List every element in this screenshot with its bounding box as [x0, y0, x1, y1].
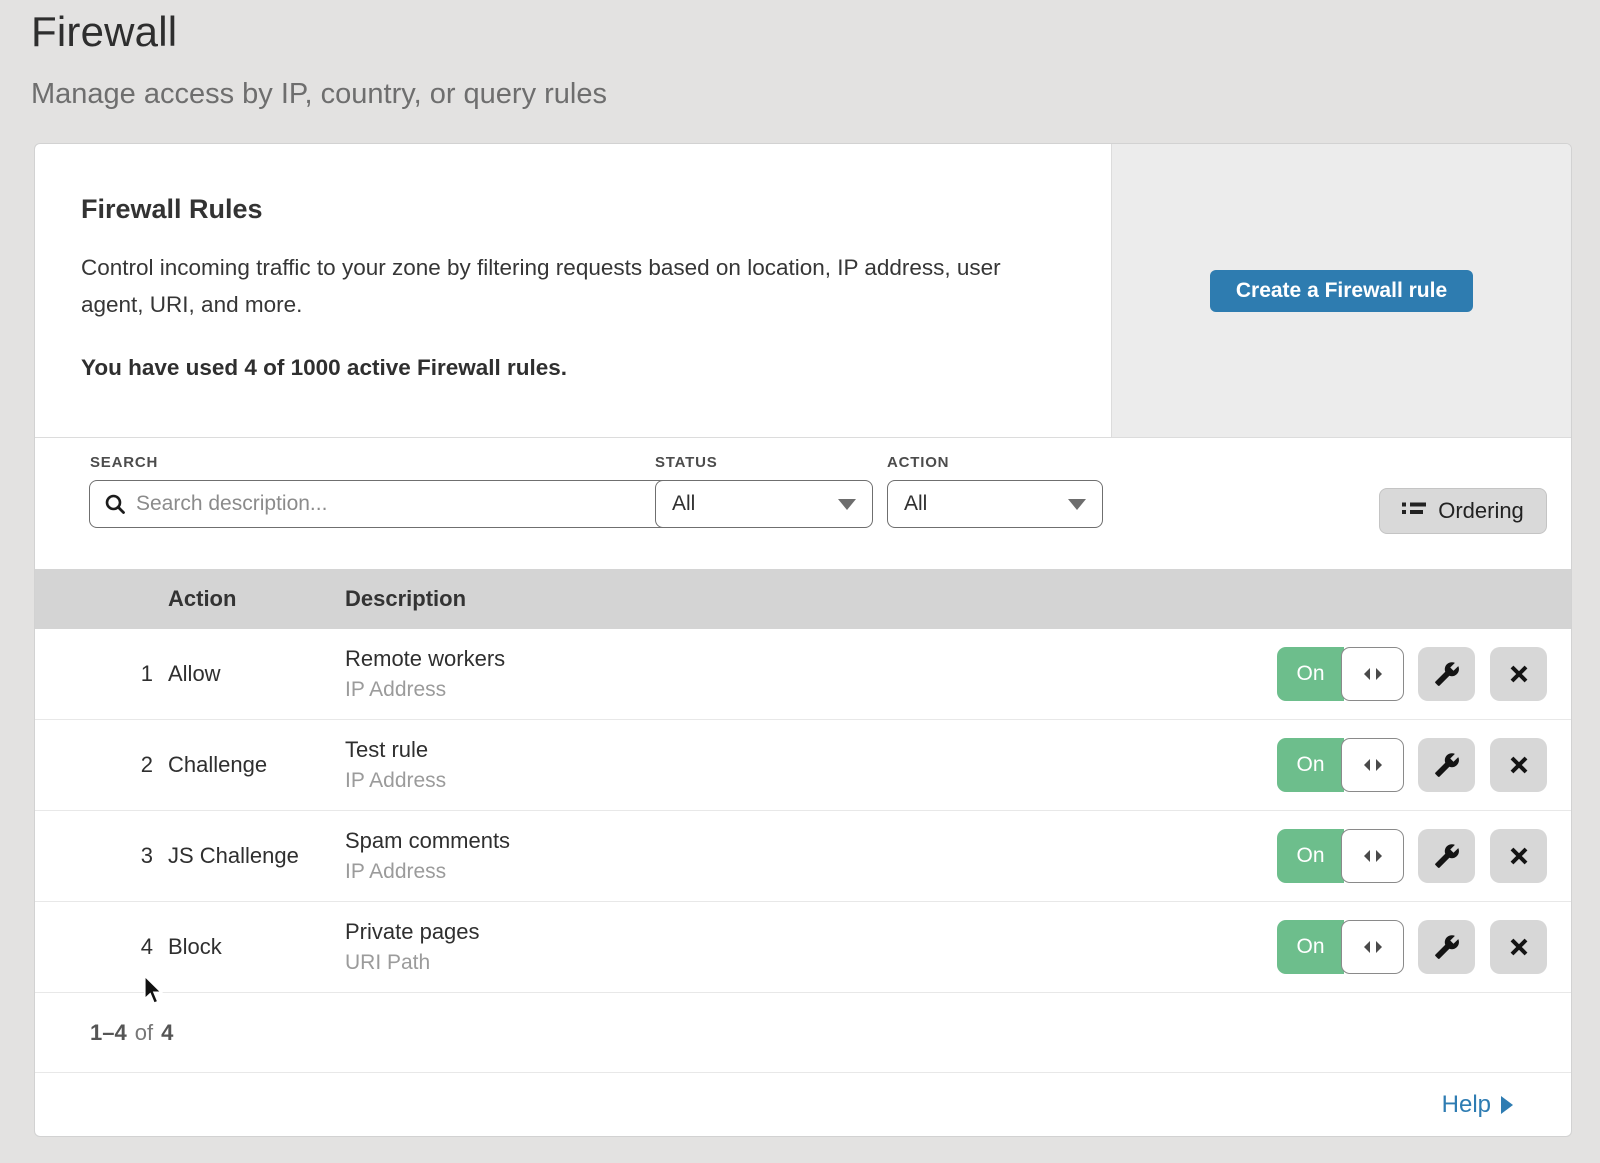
ordering-button[interactable]: Ordering — [1379, 488, 1547, 534]
configure-rule-button[interactable] — [1418, 647, 1475, 701]
wrench-icon — [1434, 752, 1460, 778]
rule-match-field: URI Path — [345, 951, 1277, 975]
pagination: 1–4 of 4 — [35, 993, 1571, 1073]
rule-controls: On — [1277, 647, 1547, 701]
delete-rule-button[interactable] — [1490, 647, 1547, 701]
rule-description: Spam comments — [345, 828, 1277, 854]
rule-description: Remote workers — [345, 646, 1277, 672]
delete-rule-button[interactable] — [1490, 738, 1547, 792]
description-column-header: Description — [345, 586, 1571, 612]
toggle-on-segment[interactable]: On — [1277, 829, 1344, 883]
chevron-down-icon — [838, 499, 856, 510]
ordering-button-label: Ordering — [1438, 498, 1524, 524]
rule-toggle: On — [1277, 647, 1404, 701]
page-title: Firewall — [31, 8, 607, 56]
list-icon — [1402, 501, 1426, 521]
configure-rule-button[interactable] — [1418, 829, 1475, 883]
firewall-rules-card: Firewall Rules Control incoming traffic … — [34, 143, 1572, 1137]
configure-rule-button[interactable] — [1418, 738, 1475, 792]
configure-rule-button[interactable] — [1418, 920, 1475, 974]
left-right-arrows-icon — [1361, 848, 1385, 864]
wrench-icon — [1434, 843, 1460, 869]
rule-controls: On — [1277, 920, 1547, 974]
toggle-handle[interactable] — [1341, 647, 1404, 701]
rule-action: Block — [168, 934, 345, 960]
rule-priority: 1 — [35, 661, 168, 687]
overview-section: Firewall Rules Control incoming traffic … — [35, 144, 1571, 438]
create-firewall-rule-button[interactable]: Create a Firewall rule — [1210, 270, 1473, 312]
action-column-header: Action — [168, 586, 345, 612]
overview-description: Control incoming traffic to your zone by… — [81, 249, 1033, 323]
overview-side-panel: Create a Firewall rule — [1111, 144, 1571, 437]
page-header: Firewall Manage access by IP, country, o… — [31, 8, 607, 111]
help-arrow-icon — [1501, 1096, 1513, 1114]
pagination-of: of — [135, 1020, 153, 1046]
page-subtitle: Manage access by IP, country, or query r… — [31, 78, 607, 111]
rule-toggle: On — [1277, 829, 1404, 883]
rule-toggle: On — [1277, 738, 1404, 792]
help-link-label: Help — [1442, 1091, 1491, 1119]
toggle-on-segment[interactable]: On — [1277, 647, 1344, 701]
overview-text: Firewall Rules Control incoming traffic … — [35, 144, 1111, 437]
close-icon — [1508, 754, 1530, 776]
close-icon — [1508, 663, 1530, 685]
rule-toggle: On — [1277, 920, 1404, 974]
pagination-range: 1–4 — [90, 1020, 127, 1046]
close-icon — [1508, 845, 1530, 867]
search-label: SEARCH — [90, 454, 158, 471]
rule-match-field: IP Address — [345, 678, 1277, 702]
rule-action: Allow — [168, 661, 345, 687]
toggle-handle[interactable] — [1341, 920, 1404, 974]
table-row: 3 JS Challenge Spam comments IP Address … — [35, 811, 1571, 902]
delete-rule-button[interactable] — [1490, 829, 1547, 883]
action-select[interactable]: All — [887, 480, 1103, 528]
action-select-value: All — [904, 492, 927, 516]
left-right-arrows-icon — [1361, 666, 1385, 682]
rule-description: Test rule — [345, 737, 1277, 763]
search-icon — [104, 493, 126, 515]
rule-action: Challenge — [168, 752, 345, 778]
table-row: 4 Block Private pages URI Path On — [35, 902, 1571, 993]
rule-action: JS Challenge — [168, 843, 345, 869]
chevron-down-icon — [1068, 499, 1086, 510]
toggle-on-segment[interactable]: On — [1277, 738, 1344, 792]
search-box[interactable] — [89, 480, 675, 528]
delete-rule-button[interactable] — [1490, 920, 1547, 974]
search-input[interactable] — [136, 492, 660, 516]
rule-description: Private pages — [345, 919, 1277, 945]
rule-match-field: IP Address — [345, 860, 1277, 884]
close-icon — [1508, 936, 1530, 958]
wrench-icon — [1434, 934, 1460, 960]
overview-heading: Firewall Rules — [81, 194, 1071, 225]
rule-priority: 3 — [35, 843, 168, 869]
overview-usage: You have used 4 of 1000 active Firewall … — [81, 355, 1071, 381]
filters-section: SEARCH STATUS All ACTION All Orde — [35, 438, 1571, 569]
status-label: STATUS — [655, 454, 718, 471]
rule-match-field: IP Address — [345, 769, 1277, 793]
help-bar: Help — [35, 1073, 1571, 1136]
help-link[interactable]: Help — [1442, 1091, 1513, 1119]
wrench-icon — [1434, 661, 1460, 687]
toggle-handle[interactable] — [1341, 829, 1404, 883]
pagination-total: 4 — [161, 1020, 173, 1046]
table-header: Action Description — [35, 569, 1571, 629]
rule-priority: 2 — [35, 752, 168, 778]
table-row: 2 Challenge Test rule IP Address On — [35, 720, 1571, 811]
toggle-on-segment[interactable]: On — [1277, 920, 1344, 974]
left-right-arrows-icon — [1361, 757, 1385, 773]
rule-controls: On — [1277, 829, 1547, 883]
rule-priority: 4 — [35, 934, 168, 960]
status-select[interactable]: All — [655, 480, 873, 528]
rule-controls: On — [1277, 738, 1547, 792]
toggle-handle[interactable] — [1341, 738, 1404, 792]
status-select-value: All — [672, 492, 695, 516]
table-row: 1 Allow Remote workers IP Address On — [35, 629, 1571, 720]
left-right-arrows-icon — [1361, 939, 1385, 955]
action-label: ACTION — [887, 454, 949, 471]
